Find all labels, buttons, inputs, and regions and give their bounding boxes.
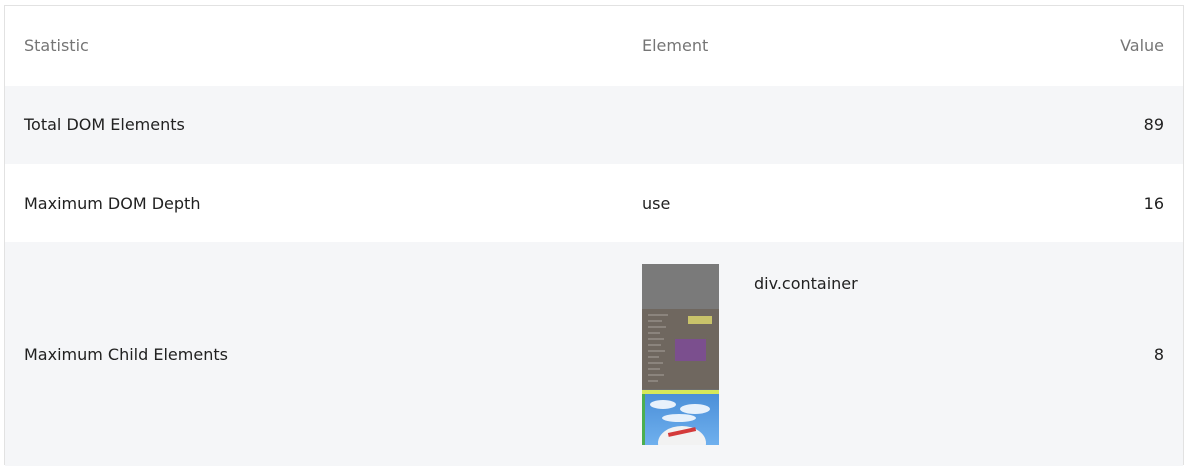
table-row: Maximum Child Elements div.container 8 [5,242,1183,466]
element-screenshot-thumbnail[interactable] [642,264,719,445]
element-name: use [642,194,671,213]
table-header: Statistic Element Value [5,6,1183,86]
header-statistic: Statistic [24,36,89,55]
dom-statistics-table: Statistic Element Value Total DOM Elemen… [4,5,1184,466]
table-row: Total DOM Elements 89 [5,86,1183,164]
statistic-value: 16 [1143,194,1164,213]
header-value: Value [1120,36,1164,55]
statistic-value: 89 [1143,115,1164,134]
table-row: Maximum DOM Depth use 16 [5,164,1183,242]
statistic-label: Maximum Child Elements [24,345,228,364]
element-name: div.container [754,274,858,293]
statistic-label: Maximum DOM Depth [24,194,201,213]
header-element: Element [642,36,709,55]
statistic-label: Total DOM Elements [24,115,185,134]
statistic-value: 8 [1153,345,1164,364]
